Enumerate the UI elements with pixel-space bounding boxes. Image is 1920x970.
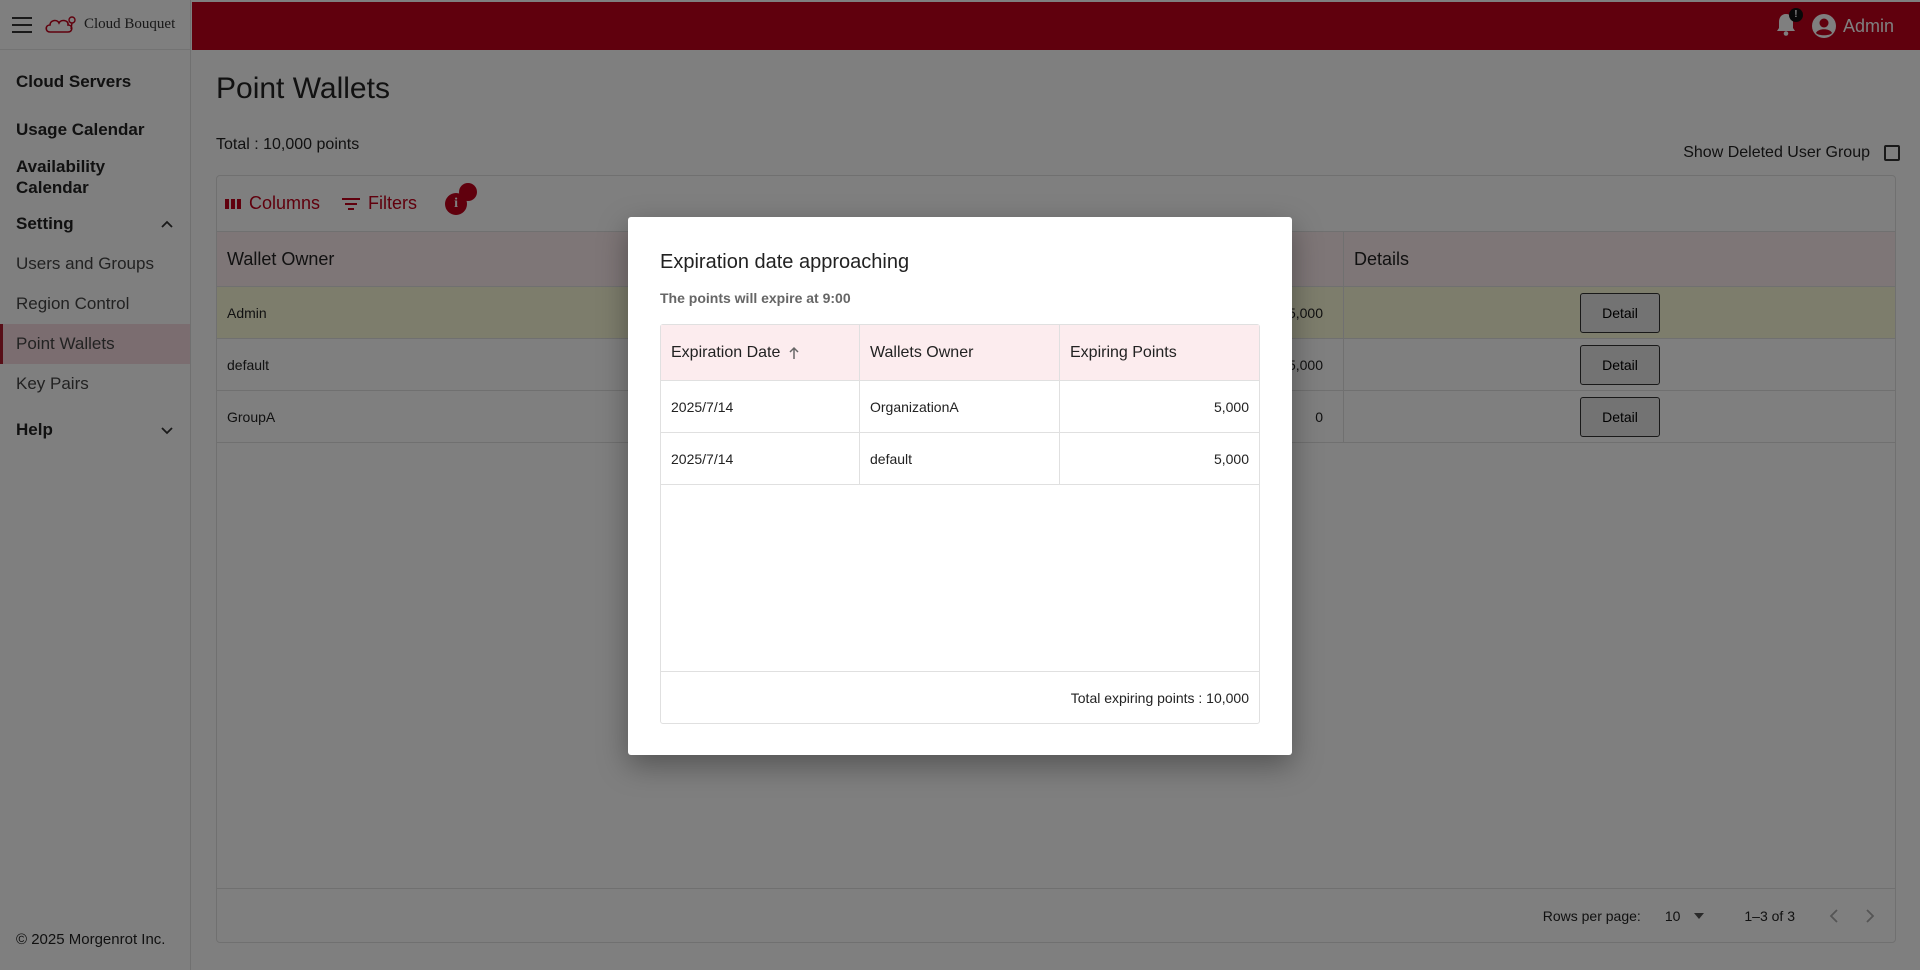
expiration-dialog: Expiration date approaching The points w…	[628, 217, 1292, 755]
header-expiration-date[interactable]: Expiration Date	[661, 325, 860, 380]
expiring-points-table: Expiration Date Wallets Owner Expiring P…	[660, 324, 1260, 724]
table-row[interactable]: 2025/7/14 default 5,000	[661, 433, 1259, 485]
header-expiring-points[interactable]: Expiring Points	[1060, 325, 1259, 380]
cell-expiring-points: 5,000	[1213, 450, 1249, 467]
table-row[interactable]: 2025/7/14 OrganizationA 5,000	[661, 381, 1259, 433]
cell-wallets-owner: default	[860, 433, 1060, 484]
expiring-total: Total expiring points : 10,000	[661, 671, 1259, 723]
cell-expiring-points: 5,000	[1213, 398, 1249, 415]
cell-expiration-date: 2025/7/14	[661, 433, 860, 484]
dialog-subtitle: The points will expire at 9:00	[660, 290, 851, 306]
expiring-table-header: Expiration Date Wallets Owner Expiring P…	[661, 325, 1259, 381]
header-wallets-owner[interactable]: Wallets Owner	[860, 325, 1060, 380]
sort-ascending-icon	[789, 346, 799, 359]
cell-expiration-date: 2025/7/14	[661, 381, 860, 432]
cell-wallets-owner: OrganizationA	[860, 381, 1060, 432]
dialog-title: Expiration date approaching	[660, 251, 910, 273]
header-expiration-date-label: Expiration Date	[671, 343, 781, 361]
